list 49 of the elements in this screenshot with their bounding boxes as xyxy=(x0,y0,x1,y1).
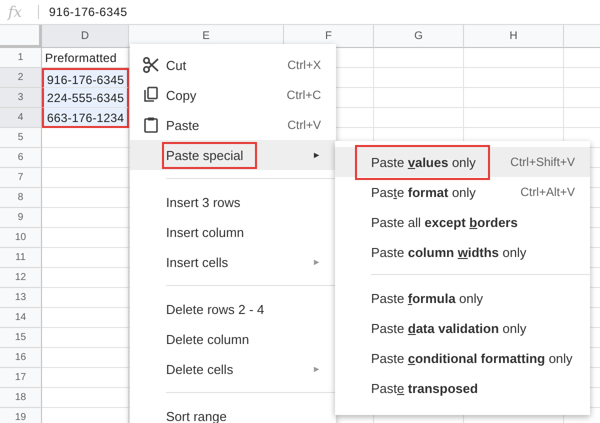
row-header[interactable]: 9 xyxy=(0,208,42,228)
menu-item[interactable]: Paste formula only xyxy=(335,283,590,313)
row-header[interactable]: 1 xyxy=(0,48,42,68)
row-header[interactable]: 10 xyxy=(0,228,42,248)
formula-field[interactable]: 916-176-6345 xyxy=(49,5,128,19)
row-header[interactable]: 13 xyxy=(0,288,42,308)
column-header[interactable]: G xyxy=(374,25,464,48)
table-cell: 916-176-6345 xyxy=(42,68,129,88)
row-header[interactable]: 7 xyxy=(0,168,42,188)
row-header[interactable]: 4 xyxy=(0,108,42,128)
table-cell: 224-555-6345 xyxy=(42,88,129,108)
row-header[interactable]: 14 xyxy=(0,308,42,328)
select-all-corner[interactable] xyxy=(0,25,42,48)
row-header[interactable]: 17 xyxy=(0,368,42,388)
menu-item[interactable]: Delete rows 2 - 4 xyxy=(130,294,336,324)
function-label: fx xyxy=(6,3,24,21)
menu-item[interactable]: Paste conditional formatting only xyxy=(335,343,590,373)
column-header[interactable]: H xyxy=(464,25,564,48)
row-header[interactable]: 8 xyxy=(0,188,42,208)
menu-item[interactable]: Paste format only Ctrl+Alt+V xyxy=(335,177,590,207)
menu-item[interactable]: Paste special ► xyxy=(130,140,336,170)
column-header[interactable]: F xyxy=(284,25,374,48)
column-header[interactable]: D xyxy=(42,25,129,48)
menu-item[interactable]: Paste all except borders xyxy=(335,207,590,237)
menu-item[interactable]: Insert column xyxy=(130,217,336,247)
menu-item[interactable]: Insert 3 rows xyxy=(130,187,336,217)
table-cell: 663-176-1234 xyxy=(42,108,129,128)
menu-item[interactable]: Paste data validation only xyxy=(335,313,590,343)
row-header[interactable]: 5 xyxy=(0,128,42,148)
row-header[interactable]: 2 xyxy=(0,68,42,88)
menu-item[interactable]: Cut Ctrl+X xyxy=(130,50,336,80)
menu-item[interactable]: Delete cells ► xyxy=(130,354,336,384)
menu-item[interactable]: Paste column widths only xyxy=(335,237,590,267)
menu-item[interactable]: Paste values only Ctrl+Shift+V xyxy=(335,147,590,177)
column-header[interactable] xyxy=(564,25,600,48)
row-header[interactable]: 16 xyxy=(0,348,42,368)
row-header[interactable]: 15 xyxy=(0,328,42,348)
menu-item[interactable]: Paste Ctrl+V xyxy=(130,110,336,140)
row-header[interactable]: 12 xyxy=(0,268,42,288)
menu-item[interactable]: Insert cells ► xyxy=(130,247,336,277)
row-header[interactable]: 6 xyxy=(0,148,42,168)
menu-item[interactable]: Paste transposed xyxy=(335,373,590,403)
row-header[interactable]: 11 xyxy=(0,248,42,268)
row-header[interactable]: 3 xyxy=(0,88,42,108)
menu-item[interactable]: Sort range xyxy=(130,401,336,423)
menu-item[interactable]: Delete column xyxy=(130,324,336,354)
row-header[interactable]: 18 xyxy=(0,388,42,408)
row-header[interactable]: 19 xyxy=(0,408,42,423)
menu-item[interactable]: Copy Ctrl+C xyxy=(130,80,336,110)
